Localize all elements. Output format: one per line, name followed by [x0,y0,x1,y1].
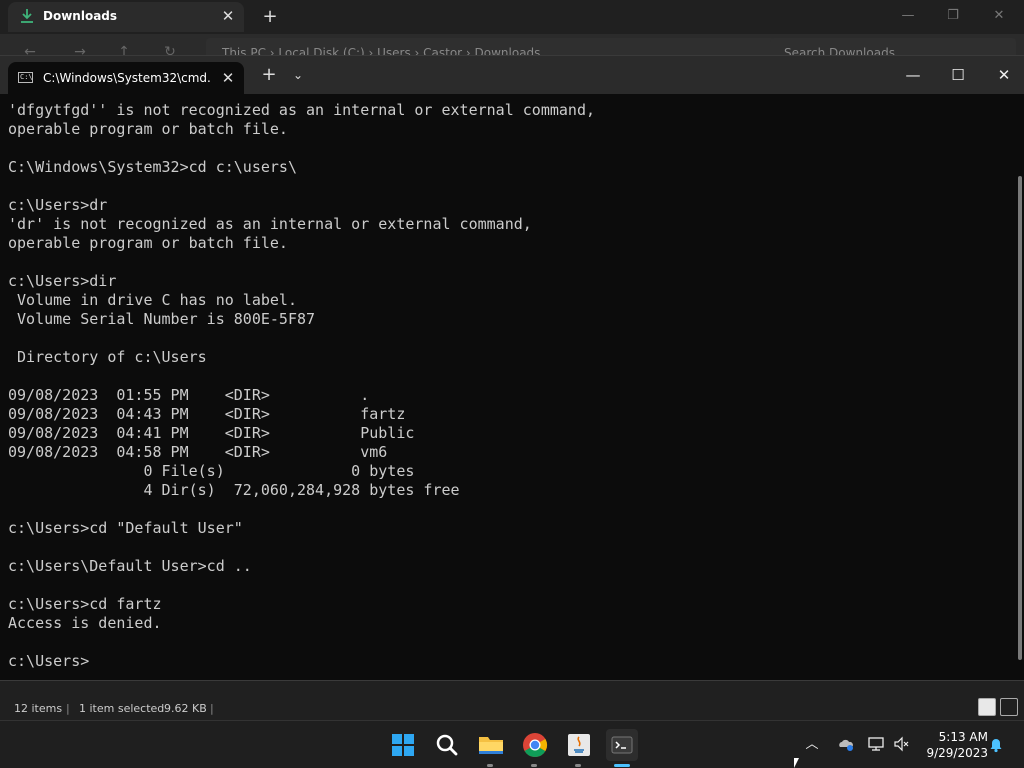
terminal-line: c:\Users> [8,652,90,670]
java-icon [568,734,590,756]
chevron-up-icon[interactable]: ︿ [802,735,822,755]
terminal-minimize-button[interactable]: — [893,62,933,88]
terminal-line: Directory of c:\Users [8,348,207,366]
terminal-line: Volume Serial Number is 800E-5F87 [8,310,316,328]
cmd-icon: C:\ [18,72,33,83]
terminal-line: c:\Users>dir [8,272,117,290]
terminal-window: C:\ C:\Windows\System32\cmd.e ✕ + ⌄ — ☐ … [0,56,1024,680]
terminal-close-button[interactable]: ✕ [984,62,1024,88]
chrome-taskbar-button[interactable] [519,729,551,767]
terminal-line: Access is denied. [8,614,162,632]
terminal-line: c:\Users>cd fartz [8,595,162,613]
terminal-tab-cmd[interactable]: C:\ C:\Windows\System32\cmd.e ✕ [8,62,244,94]
running-indicator [575,764,581,767]
taskbar: ︿ 5:13 AM 9/29/2023 [0,720,1024,768]
terminal-line: Volume in drive C has no label. [8,291,297,309]
network-icon[interactable] [866,735,886,755]
terminal-tab-close-icon[interactable]: ✕ [218,68,238,88]
tiles-view-icon[interactable] [1000,698,1018,716]
terminal-icon [611,736,633,754]
terminal-output[interactable]: 'dfgytfgd'' is not recognized as an inte… [8,101,1008,677]
terminal-line: 4 Dir(s) 72,060,284,928 bytes free [8,481,460,499]
selected-count: 1 item selected [79,702,165,715]
chevron-down-icon[interactable]: ⌄ [288,64,308,86]
terminal-title-bar: C:\ C:\Windows\System32\cmd.e ✕ + ⌄ — ☐ … [0,56,1024,94]
terminal-line: operable program or batch file. [8,120,288,138]
terminal-line: 09/08/2023 04:58 PM <DIR> vm6 [8,443,388,461]
selected-size: 9.62 KB [164,702,207,715]
explorer-status-bar: 12 items | 1 item selected 9.62 KB | [0,686,1024,720]
terminal-maximize-button[interactable]: ☐ [938,62,978,88]
terminal-line: 0 File(s) 0 bytes [8,462,415,480]
explorer-tab-bar: Downloads ✕ + — ❐ ✕ [0,0,1024,34]
system-clock[interactable]: 5:13 AM 9/29/2023 [918,729,988,761]
search-icon [436,734,458,756]
terminal-line: c:\Users>dr [8,196,108,214]
terminal-line: 'dfgytfgd'' is not recognized as an inte… [8,101,595,119]
terminal-line: 09/08/2023 01:55 PM <DIR> . [8,386,370,404]
active-indicator [614,764,630,767]
terminal-line: C:\Windows\System32>cd c:\users\ [8,158,297,176]
chrome-icon [523,733,548,758]
explorer-tab-close-icon[interactable]: ✕ [218,6,238,26]
terminal-line: c:\Users\Default User>cd .. [8,557,252,575]
terminal-line: 09/08/2023 04:41 PM <DIR> Public [8,424,415,442]
terminal-new-tab-button[interactable]: + [258,64,280,86]
notification-bell-icon[interactable] [986,735,1006,755]
clock-time: 5:13 AM [938,730,988,744]
details-view-icon[interactable] [978,698,996,716]
volume-muted-icon[interactable] [892,735,912,755]
start-button[interactable] [387,729,419,761]
download-icon [21,9,33,23]
java-taskbar-button[interactable] [563,729,595,767]
running-indicator [531,764,537,767]
item-count: 12 items [14,702,63,715]
explorer-new-tab-button[interactable]: + [258,6,282,28]
terminal-scrollbar[interactable] [1018,176,1022,660]
status-divider: | [210,702,214,715]
terminal-tab-title: C:\Windows\System32\cmd.e [43,71,211,85]
search-button[interactable] [431,729,463,761]
folder-icon [479,737,503,754]
windows-logo-icon [392,734,414,756]
mouse-pointer-icon [794,758,799,768]
file-explorer-taskbar-button[interactable] [475,729,507,767]
explorer-tab-title: Downloads [43,9,118,23]
terminal-line: 'dr' is not recognized as an internal or… [8,215,532,233]
explorer-maximize-button[interactable]: ❐ [938,6,968,26]
terminal-line: c:\Users>cd "Default User" [8,519,243,537]
explorer-minimize-button[interactable]: — [893,6,923,26]
terminal-taskbar-button[interactable] [606,729,638,767]
status-divider: | [66,702,70,715]
terminal-line: operable program or batch file. [8,234,288,252]
explorer-tab-downloads[interactable]: Downloads ✕ [8,2,244,32]
terminal-line: 09/08/2023 04:43 PM <DIR> fartz [8,405,406,423]
onedrive-icon[interactable] [836,735,856,755]
running-indicator [487,764,493,767]
explorer-close-button[interactable]: ✕ [984,6,1014,26]
clock-date: 9/29/2023 [926,746,988,760]
